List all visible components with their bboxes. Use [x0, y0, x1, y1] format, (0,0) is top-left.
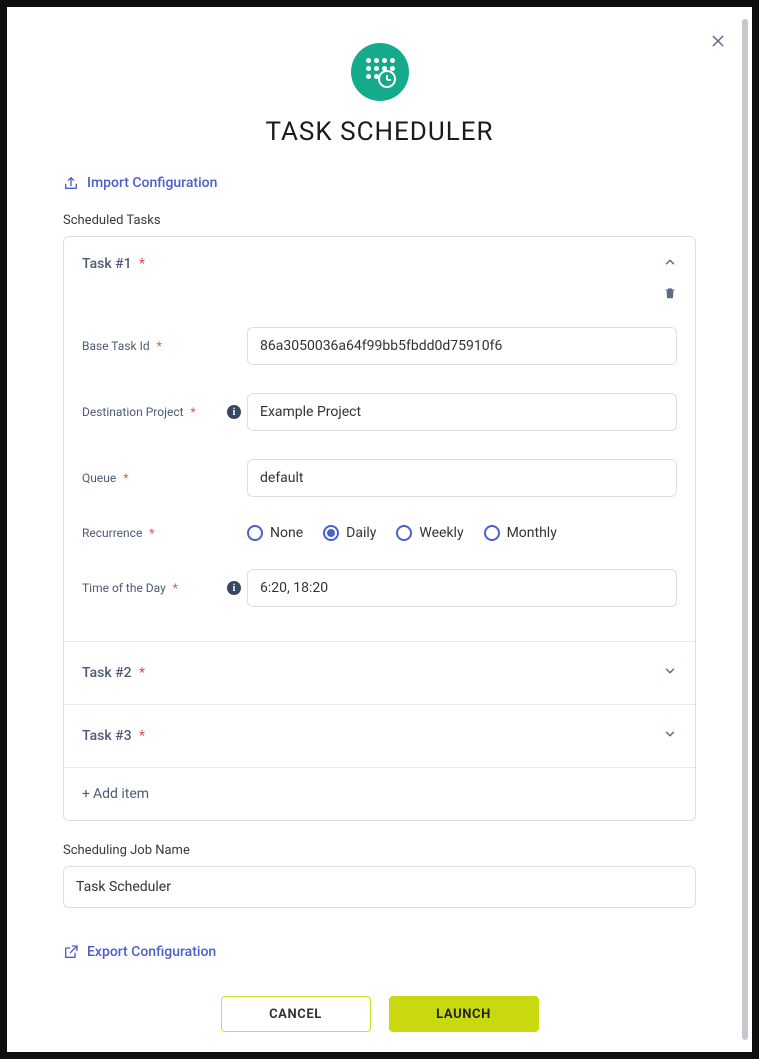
radio-icon	[247, 525, 263, 541]
tasks-panel: Task #1 * Base Task Id *	[63, 236, 696, 821]
scheduler-logo-icon	[351, 43, 409, 101]
export-label: Export Configuration	[87, 944, 216, 960]
info-icon[interactable]: i	[227, 405, 241, 419]
import-configuration-link[interactable]: Import Configuration	[63, 175, 696, 191]
recurrence-option-weekly[interactable]: Weekly	[396, 525, 463, 541]
recurrence-option-monthly[interactable]: Monthly	[484, 525, 557, 541]
chevron-down-icon	[663, 727, 677, 741]
task-item-2[interactable]: Task #2 *	[64, 642, 695, 705]
task-3-title: Task #3	[82, 728, 132, 744]
radio-icon	[323, 525, 339, 541]
task-2-title: Task #2	[82, 665, 132, 681]
info-icon[interactable]: i	[227, 581, 241, 595]
scheduling-job-name-block: Scheduling Job Name	[63, 843, 696, 908]
task-item-1: Task #1 * Base Task Id *	[64, 237, 695, 642]
export-configuration-link[interactable]: Export Configuration	[63, 944, 696, 960]
destination-project-input[interactable]	[247, 393, 677, 431]
destination-project-label: Destination Project *	[82, 405, 227, 419]
task-scheduler-modal: TASK SCHEDULER Import Configuration Sche…	[0, 0, 759, 1059]
scheduled-tasks-label: Scheduled Tasks	[63, 213, 696, 228]
queue-input[interactable]	[247, 459, 677, 497]
scheduling-job-name-label: Scheduling Job Name	[63, 843, 696, 858]
close-button[interactable]	[708, 31, 728, 51]
expand-button[interactable]	[663, 727, 677, 745]
base-task-id-label: Base Task Id *	[82, 339, 227, 353]
radio-icon	[396, 525, 412, 541]
modal-title: TASK SCHEDULER	[7, 117, 752, 147]
cancel-button[interactable]: CANCEL	[221, 996, 371, 1032]
close-icon	[710, 33, 726, 49]
required-marker: *	[139, 728, 145, 744]
import-label: Import Configuration	[87, 175, 217, 191]
time-of-day-input[interactable]	[247, 569, 677, 607]
chevron-up-icon	[663, 255, 677, 269]
scheduling-job-name-input[interactable]	[63, 866, 696, 908]
required-marker: *	[139, 256, 145, 272]
radio-icon	[484, 525, 500, 541]
export-icon	[63, 944, 79, 960]
add-item-label: Add item	[93, 786, 149, 802]
recurrence-option-daily[interactable]: Daily	[323, 525, 376, 541]
modal-header: TASK SCHEDULER	[7, 7, 752, 175]
expand-button[interactable]	[663, 664, 677, 682]
plus-icon: +	[82, 786, 90, 802]
task-item-3[interactable]: Task #3 *	[64, 705, 695, 768]
recurrence-label: Recurrence *	[82, 526, 227, 540]
recurrence-option-none[interactable]: None	[247, 525, 303, 541]
scrollbar[interactable]	[742, 19, 748, 1040]
launch-button[interactable]: LAUNCH	[389, 996, 539, 1032]
import-icon	[63, 175, 79, 191]
chevron-down-icon	[663, 664, 677, 678]
base-task-id-input[interactable]	[247, 327, 677, 365]
modal-footer: CANCEL LAUNCH	[7, 996, 752, 1032]
collapse-button[interactable]	[663, 255, 677, 273]
queue-label: Queue *	[82, 471, 227, 485]
task-1-body: Base Task Id * Destination Project * i	[82, 273, 677, 623]
time-of-day-label: Time of the Day *	[82, 581, 227, 595]
delete-task-button[interactable]	[663, 285, 677, 305]
add-item-button[interactable]: + Add item	[64, 768, 695, 820]
task-1-title: Task #1	[82, 256, 132, 272]
task-1-header[interactable]: Task #1 *	[82, 255, 677, 273]
trash-icon	[663, 285, 677, 301]
required-marker: *	[139, 665, 145, 681]
modal-content: Import Configuration Scheduled Tasks Tas…	[7, 175, 752, 996]
recurrence-radio-group: None Daily Weekly	[247, 525, 677, 541]
